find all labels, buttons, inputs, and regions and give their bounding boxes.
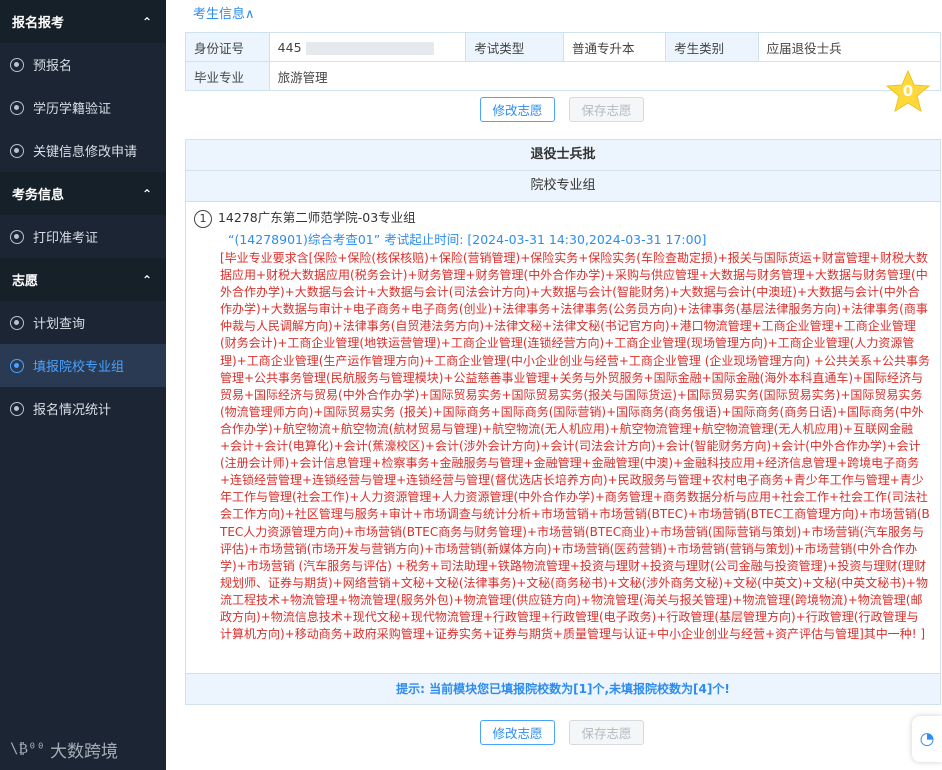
major-value: 旅游管理	[268, 61, 942, 91]
circle-icon	[10, 229, 24, 244]
main-content: 考生信息∧ 身份证号 445 考试类型 普通专升本 考生类别 应届退役士兵 毕业…	[166, 0, 942, 770]
star-count: 0	[902, 82, 914, 100]
sidebar-item-registration-stats[interactable]: 报名情况统计	[0, 387, 166, 430]
sidebar-section-title: 志愿	[12, 274, 39, 289]
sidebar-section-exam-info[interactable]: 考务信息 ⌃	[0, 172, 166, 215]
group-header: 院校专业组	[186, 171, 940, 202]
exam-info: “(14278901)综合考查01” 考试起止时间: [2024-03-31 1…	[228, 232, 707, 247]
sidebar-item-label: 报名情况统计	[33, 403, 112, 418]
sidebar-section-registration[interactable]: 报名报考 ⌃	[0, 0, 166, 43]
chevron-up-icon: ⌃	[141, 272, 152, 287]
school-group-entry: 1 14278广东第二师范学院-03专业组 “(14278901)综合考查01”…	[186, 202, 940, 643]
category-label: 考生类别	[665, 32, 759, 62]
chevron-up-icon: ⌃	[141, 14, 152, 29]
sidebar-item-fill-school-group[interactable]: 填报院校专业组	[0, 344, 166, 387]
exam-type-value: 普通专升本	[562, 32, 667, 62]
sidebar: 报名报考 ⌃ 预报名 学历学籍验证 关键信息修改申请 考务信息 ⌃ 打印准考证 …	[0, 0, 166, 770]
sidebar-item-label: 学历学籍验证	[33, 102, 112, 117]
circle-icon	[10, 358, 24, 373]
circle-icon	[10, 100, 24, 115]
batch-title: 退役士兵批	[186, 140, 940, 171]
major-label: 毕业专业	[185, 61, 270, 91]
sidebar-section-title: 考务信息	[12, 188, 65, 203]
batch-panel: 退役士兵批 院校专业组 1 14278广东第二师范学院-03专业组 “(1427…	[185, 139, 941, 705]
star-badge[interactable]: 0	[884, 68, 932, 116]
candidate-info-table: 身份证号 445 考试类型 普通专升本 考生类别 应届退役士兵 毕业专业 旅游管…	[185, 32, 942, 91]
circle-icon	[10, 143, 24, 158]
candidate-info-toggle[interactable]: 考生信息∧	[193, 3, 255, 22]
sidebar-item-label: 填报院校专业组	[33, 360, 125, 375]
edit-volunteer-button-bottom[interactable]: 修改志愿	[480, 720, 555, 745]
sidebar-item-label: 计划查询	[33, 317, 86, 332]
sidebar-item-label: 打印准考证	[33, 231, 99, 246]
watermark-logo: \₿⁰⁰ 大数跨境	[10, 737, 118, 762]
floating-help-button[interactable]: ◔	[912, 716, 942, 762]
logo-text: 大数跨境	[49, 742, 118, 762]
school-name[interactable]: 14278广东第二师范学院-03专业组	[218, 210, 416, 225]
save-volunteer-button-bottom[interactable]: 保存志愿	[569, 720, 644, 745]
sidebar-item-pre-registration[interactable]: 预报名	[0, 43, 166, 86]
sidebar-item-education-verification[interactable]: 学历学籍验证	[0, 86, 166, 129]
id-value: 445	[268, 32, 467, 62]
sidebar-item-plan-query[interactable]: 计划查询	[0, 301, 166, 344]
sidebar-item-print-ticket[interactable]: 打印准考证	[0, 215, 166, 258]
exam-type-label: 考试类型	[465, 32, 564, 62]
edit-volunteer-button[interactable]: 修改志愿	[480, 97, 555, 122]
sidebar-section-title: 报名报考	[12, 16, 65, 31]
sidebar-section-volunteer[interactable]: 志愿 ⌃	[0, 258, 166, 301]
sidebar-item-label: 预报名	[33, 59, 73, 74]
sidebar-item-info-change[interactable]: 关键信息修改申请	[0, 129, 166, 172]
logo-mark: \₿⁰⁰	[10, 741, 45, 757]
save-volunteer-button[interactable]: 保存志愿	[569, 97, 644, 122]
help-icon: ◔	[919, 729, 935, 749]
category-value: 应届退役士兵	[757, 32, 942, 62]
chevron-up-icon: ⌃	[141, 186, 152, 201]
entry-index: 1	[194, 210, 212, 228]
redacted-block	[305, 41, 434, 55]
sidebar-item-label: 关键信息修改申请	[33, 145, 138, 160]
id-label: 身份证号	[185, 32, 270, 62]
circle-icon	[10, 57, 24, 72]
circle-icon	[10, 315, 24, 330]
circle-icon	[10, 401, 24, 416]
fill-tip: 提示: 当前模块您已填报院校数为[1]个,未填报院校数为[4]个!	[186, 673, 940, 704]
school-name-row: 1 14278广东第二师范学院-03专业组	[194, 207, 930, 228]
major-requirement: [毕业专业要求含[保险+保险(核保核赔)+保险(营销管理)+保险实务+保险实务(…	[220, 251, 930, 642]
